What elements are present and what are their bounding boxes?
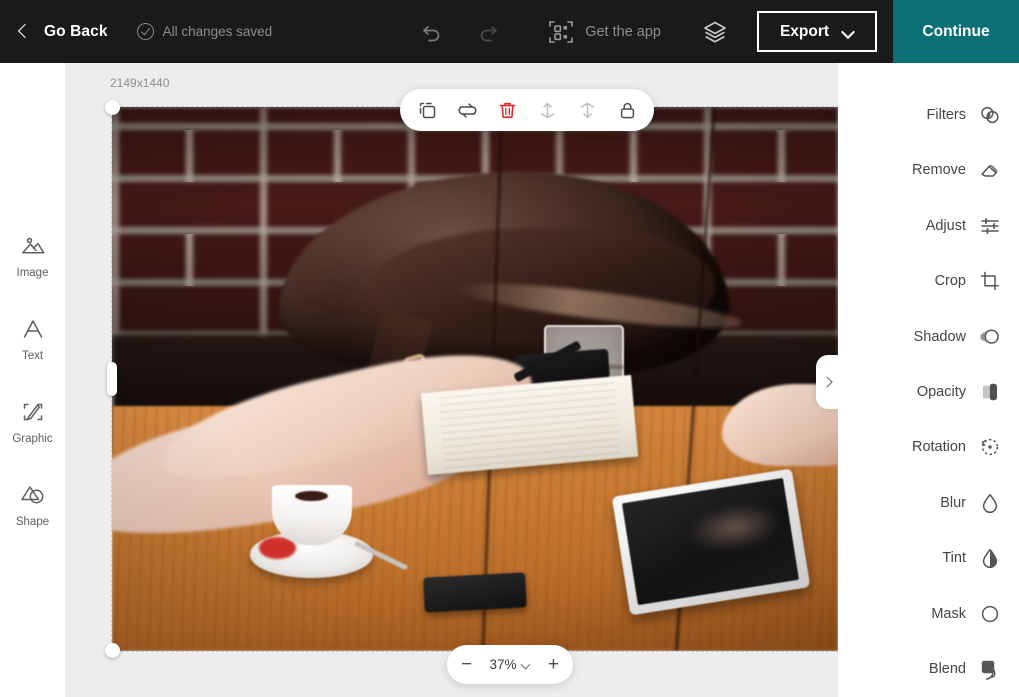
crop-icon [979,270,1001,292]
sidebar-item-image[interactable]: Image [0,232,65,279]
panel-item-adjust[interactable]: Adjust [838,198,1001,253]
panel-item-adjust-label: Adjust [925,217,966,234]
panel-item-shadow[interactable]: Shadow [838,309,1001,364]
image-dimensions-label: 2149x1440 [110,76,170,90]
editor-canvas[interactable]: 2149x1440 − 37% + [65,63,838,697]
shape-icon [20,486,43,504]
shadow-icon [979,326,1001,348]
duplicate-icon [419,102,435,118]
sliders-icon [979,215,1001,237]
chevron-right-icon [821,376,833,388]
save-status-label: All changes saved [162,24,273,39]
resize-handle-bottom-left[interactable] [105,643,120,658]
panel-item-shadow-label: Shadow [913,328,966,345]
panel-item-opacity-label: Opacity [916,383,966,400]
blend-icon [979,658,1001,680]
zoom-level-dropdown[interactable]: 37% [489,657,530,672]
export-label: Export [779,22,830,40]
lock-icon [620,102,634,118]
header-actions: Get the app Export Continue [410,0,1019,63]
redo-button[interactable] [466,10,510,54]
panel-item-tint[interactable]: Tint [838,531,1001,586]
panel-item-crop[interactable]: Crop [838,253,1001,308]
replace-swap-icon [458,102,476,118]
panel-item-rotation[interactable]: Rotation [838,420,1001,475]
get-the-app-label: Get the app [585,23,661,40]
qr-code-icon [549,20,574,43]
panel-item-blend-label: Blend [928,661,966,678]
duplicate-button[interactable] [410,93,444,127]
zoom-out-button[interactable]: − [461,655,472,674]
lock-button[interactable] [610,93,644,127]
export-button[interactable]: Export [757,11,877,52]
left-tool-rail: Image Text Graphic Shape [0,63,65,697]
top-header-bar: Go Back All changes saved Get the app Ex… [0,0,1019,63]
send-backward-button[interactable] [570,93,604,127]
sidebar-item-shape[interactable]: Shape [0,481,65,528]
replace-button[interactable] [450,93,484,127]
opacity-icon [979,381,1001,403]
panel-item-crop-label: Crop [934,273,966,290]
layers-icon [704,21,726,43]
chevron-down-icon [522,661,531,668]
undo-button[interactable] [410,10,454,54]
zoom-control[interactable]: − 37% + [447,645,573,684]
sidebar-item-text[interactable]: Text [0,315,65,362]
panel-item-tint-label: Tint [942,550,966,567]
delete-button[interactable] [490,93,524,127]
panel-item-blur[interactable]: Blur [838,475,1001,530]
panel-item-remove-label: Remove [912,162,966,179]
sidebar-item-graphic[interactable]: Graphic [0,398,65,445]
bring-forward-icon [540,102,554,118]
selected-image-object[interactable] [105,100,838,658]
resize-handle-top-left[interactable] [105,100,120,115]
collapse-panel-tab[interactable] [816,355,838,409]
get-the-app-button[interactable]: Get the app [548,19,661,45]
chevron-left-icon [14,23,32,41]
continue-button[interactable]: Continue [893,0,1019,63]
chevron-down-icon [842,27,854,36]
zoom-in-button[interactable]: + [548,655,559,674]
resize-handle-left-middle[interactable] [107,362,117,396]
tint-drop-icon [979,547,1001,569]
sidebar-item-image-label: Image [16,267,49,279]
send-backward-icon [580,102,594,118]
undo-icon [423,25,440,41]
save-status: All changes saved [135,22,273,41]
rotation-icon [979,436,1001,458]
panel-item-filters[interactable]: Filters [838,87,1001,142]
go-back-label: Go Back [44,22,108,40]
mask-icon [979,603,1001,625]
panel-item-opacity[interactable]: Opacity [838,364,1001,419]
redo-icon [480,25,498,41]
continue-label: Continue [922,22,990,40]
graphic-pen-icon [23,403,42,421]
panel-item-mask[interactable]: Mask [838,586,1001,641]
panel-item-blend[interactable]: Blend [838,642,1001,697]
properties-panel: Filters Remove Adjust Crop Shadow Opacit… [838,63,1019,697]
trash-icon [499,102,515,118]
photo-vignette [112,107,838,651]
layers-button[interactable] [695,12,735,52]
panel-item-remove[interactable]: Remove [838,142,1001,197]
filters-icon [979,104,1001,126]
sidebar-item-graphic-label: Graphic [12,433,53,445]
panel-item-rotation-label: Rotation [911,439,966,456]
check-circle-icon [135,22,155,41]
panel-item-filters-label: Filters [926,106,966,123]
bring-forward-button[interactable] [530,93,564,127]
object-action-toolbar[interactable] [400,89,654,131]
zoom-level-value: 37% [489,657,517,672]
blur-drop-icon [979,492,1001,514]
sidebar-item-shape-label: Shape [15,516,50,528]
panel-item-blur-label: Blur [940,494,966,511]
text-icon [23,320,42,338]
eraser-icon [979,159,1001,181]
photo-content [111,106,838,652]
go-back-button[interactable]: Go Back [14,23,108,41]
panel-item-mask-label: Mask [931,605,966,622]
image-icon [21,237,44,254]
sidebar-item-text-label: Text [21,350,44,362]
